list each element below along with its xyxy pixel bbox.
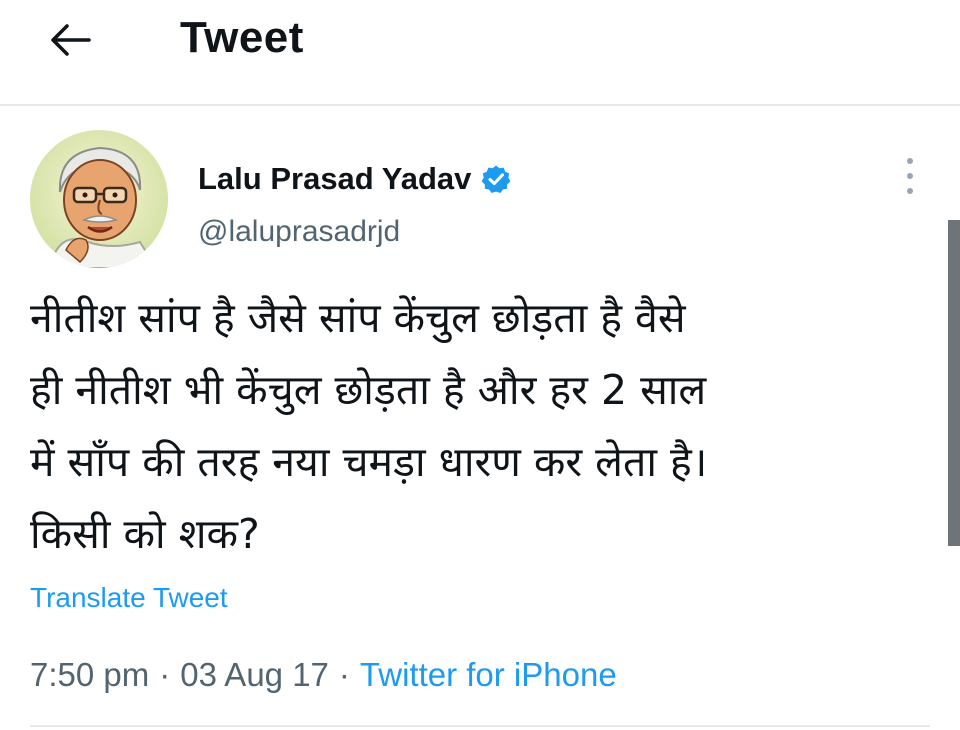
- tweet-date[interactable]: 03 Aug 17: [180, 656, 329, 693]
- tweet-divider: [30, 725, 930, 727]
- tweet-time[interactable]: 7:50 pm: [30, 656, 149, 693]
- author-handle[interactable]: @laluprasadrjd: [198, 214, 400, 250]
- header-divider: [0, 104, 960, 106]
- author-name-text: Lalu Prasad Yadav: [198, 161, 472, 196]
- page-title: Tweet: [180, 13, 304, 62]
- more-options-button[interactable]: [898, 156, 922, 196]
- tweet-text: नीतीश सांप है जैसे सांप केंचुल छोड़ता है…: [30, 294, 708, 558]
- back-button[interactable]: [44, 18, 96, 62]
- author-name[interactable]: Lalu Prasad Yadav: [198, 160, 511, 198]
- more-vertical-icon: [907, 158, 913, 164]
- arrow-left-icon: [51, 24, 91, 56]
- more-vertical-icon: [907, 188, 913, 194]
- top-bar: Tweet: [0, 0, 960, 104]
- scrollbar-thumb[interactable]: [948, 220, 960, 546]
- avatar[interactable]: [30, 130, 168, 268]
- avatar-illustration: [30, 130, 168, 268]
- meta-separator: ·: [159, 656, 171, 693]
- tweet-source-link[interactable]: Twitter for iPhone: [360, 656, 617, 693]
- tweet-metadata: 7:50 pm · 03 Aug 17 · Twitter for iPhone: [30, 655, 617, 695]
- verified-badge-icon: [482, 165, 511, 193]
- translate-tweet-link[interactable]: Translate Tweet: [30, 580, 228, 616]
- more-vertical-icon: [907, 173, 913, 179]
- meta-separator: ·: [338, 656, 350, 693]
